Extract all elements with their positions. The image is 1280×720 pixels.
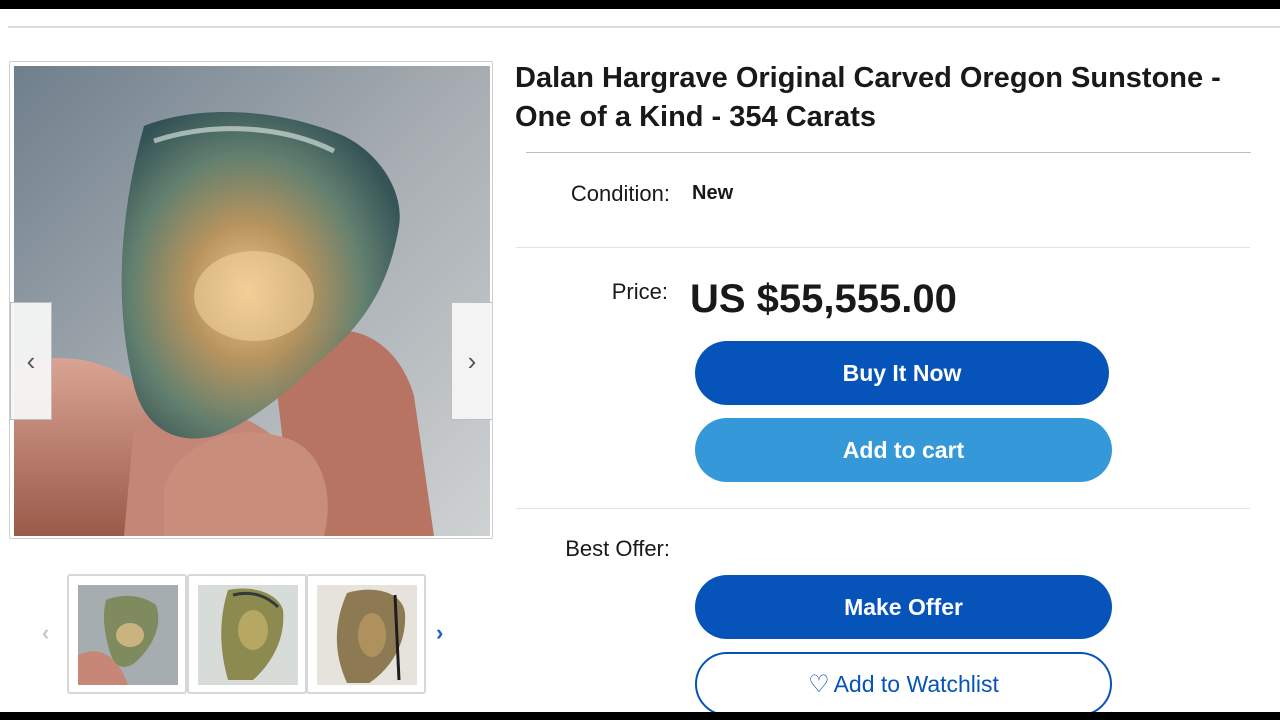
condition-label: Condition: (570, 181, 670, 206)
thumbnail-2[interactable] (187, 574, 307, 694)
buy-it-now-label: Buy It Now (842, 359, 962, 386)
thumbnail-3[interactable] (306, 574, 426, 694)
sunstone-photo (14, 66, 490, 536)
listing-title: Dalan Hargrave Original Carved Oregon Su… (515, 62, 1221, 133)
price-divider (516, 508, 1250, 509)
thumbnail-image (78, 585, 178, 685)
condition-divider (516, 247, 1250, 248)
heart-icon: ♡ (808, 670, 830, 698)
image-prev-button[interactable]: ‹ (10, 302, 52, 420)
add-to-cart-label: Add to cart (842, 436, 965, 463)
make-offer-label: Make Offer (844, 593, 963, 620)
chevron-left-icon: ‹ (42, 620, 50, 645)
chevron-right-icon: › (467, 345, 477, 376)
thumbnail-image (317, 585, 417, 685)
thumbnail-1[interactable] (67, 574, 187, 694)
image-next-button[interactable]: › (451, 302, 492, 420)
main-product-image[interactable]: ‹ › (9, 61, 493, 539)
condition-value: New (692, 182, 734, 204)
top-black-bar (0, 0, 1280, 9)
thumbnails-prev-button[interactable]: ‹ (42, 620, 49, 646)
header-divider (8, 26, 1280, 28)
add-to-watchlist-button[interactable]: ♡ Add to Watchlist (695, 652, 1112, 716)
best-offer-label: Best Offer: (565, 536, 670, 561)
thumbnails-next-button[interactable]: › (436, 620, 443, 646)
add-to-watchlist-label: Add to Watchlist (833, 670, 999, 697)
buy-it-now-button[interactable]: Buy It Now (695, 341, 1109, 405)
make-offer-button[interactable]: Make Offer (695, 575, 1112, 639)
chevron-left-icon: ‹ (26, 345, 36, 376)
add-to-cart-button[interactable]: Add to cart (695, 418, 1112, 482)
thumbnail-image (198, 585, 298, 685)
chevron-right-icon: › (436, 620, 444, 645)
price-label: Price: (611, 279, 668, 304)
title-divider (526, 152, 1251, 153)
bottom-black-bar (0, 712, 1280, 720)
price-value: US $55,555.00 (690, 277, 957, 321)
